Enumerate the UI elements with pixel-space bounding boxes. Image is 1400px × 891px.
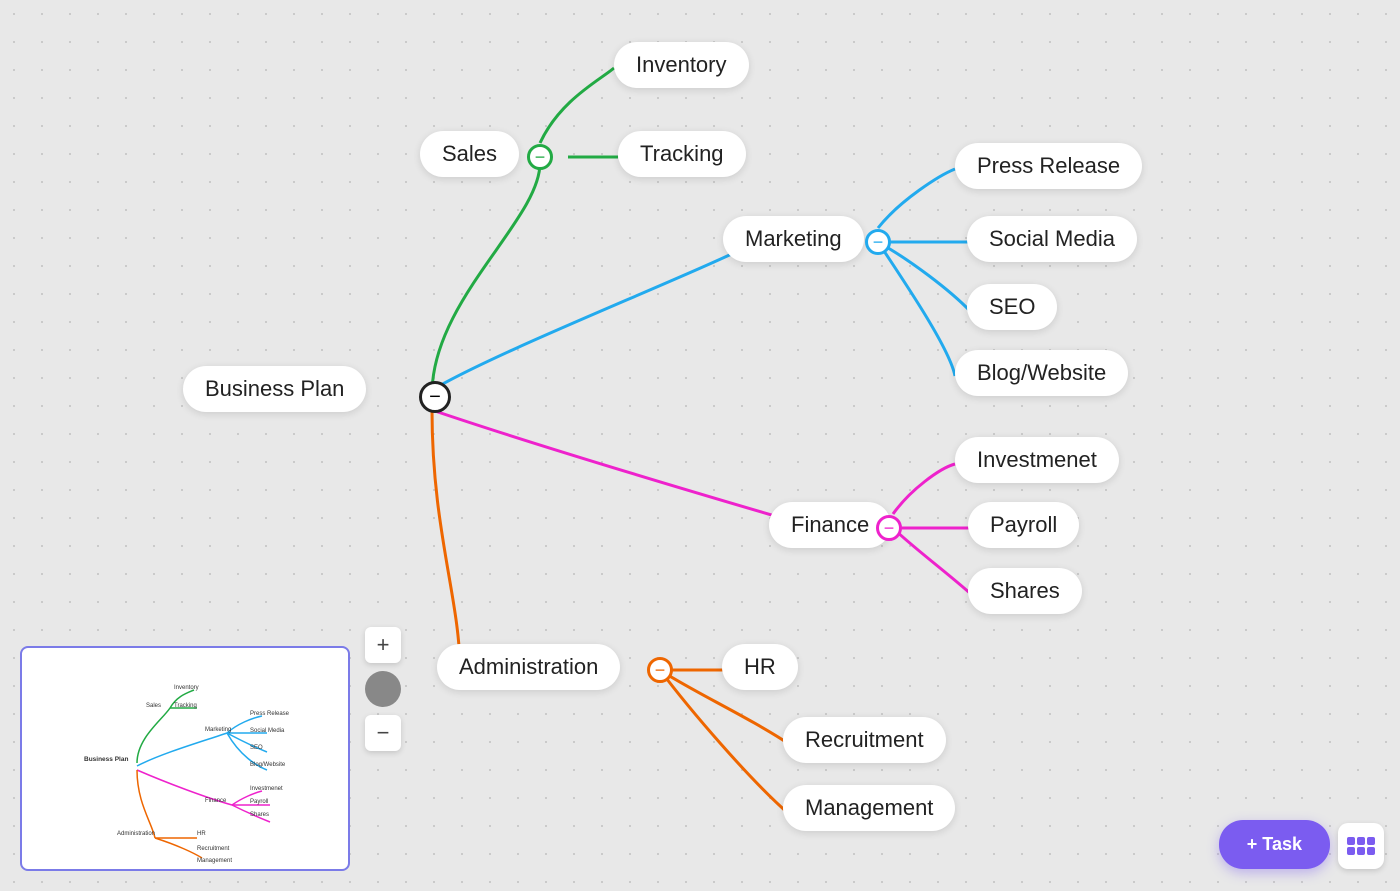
tracking-label[interactable]: Tracking [618,131,746,177]
hr-label[interactable]: HR [722,644,798,690]
press-release-label[interactable]: Press Release [955,143,1142,189]
business-plan-label[interactable]: Business Plan [183,366,366,412]
payroll-label[interactable]: Payroll [968,502,1079,548]
administration-circle[interactable] [647,657,673,683]
grid-view-button[interactable] [1338,823,1384,869]
marketing-circle[interactable] [865,229,891,255]
task-label: + Task [1247,834,1302,855]
zoom-out-button[interactable]: − [365,715,401,751]
social-media-label[interactable]: Social Media [967,216,1137,262]
zoom-dot [365,671,401,707]
zoom-controls: + − [365,627,401,751]
zoom-in-button[interactable]: + [365,627,401,663]
recruitment-label[interactable]: Recruitment [783,717,946,763]
finance-label[interactable]: Finance [769,502,891,548]
finance-circle[interactable] [876,515,902,541]
sales-label[interactable]: Sales [420,131,519,177]
shares-label[interactable]: Shares [968,568,1082,614]
grid-icon [1347,837,1375,855]
administration-label[interactable]: Administration [437,644,620,690]
seo-label[interactable]: SEO [967,284,1057,330]
blog-website-label[interactable]: Blog/Website [955,350,1128,396]
management-label[interactable]: Management [783,785,955,831]
investmenet-label[interactable]: Investmenet [955,437,1119,483]
inventory-label[interactable]: Inventory [614,42,749,88]
task-button[interactable]: + Task [1219,820,1330,869]
business-plan-circle[interactable] [419,381,451,413]
marketing-label[interactable]: Marketing [723,216,864,262]
minimap: Inventory Sales Tracking Marketing Press… [20,646,350,871]
sales-circle[interactable] [527,144,553,170]
